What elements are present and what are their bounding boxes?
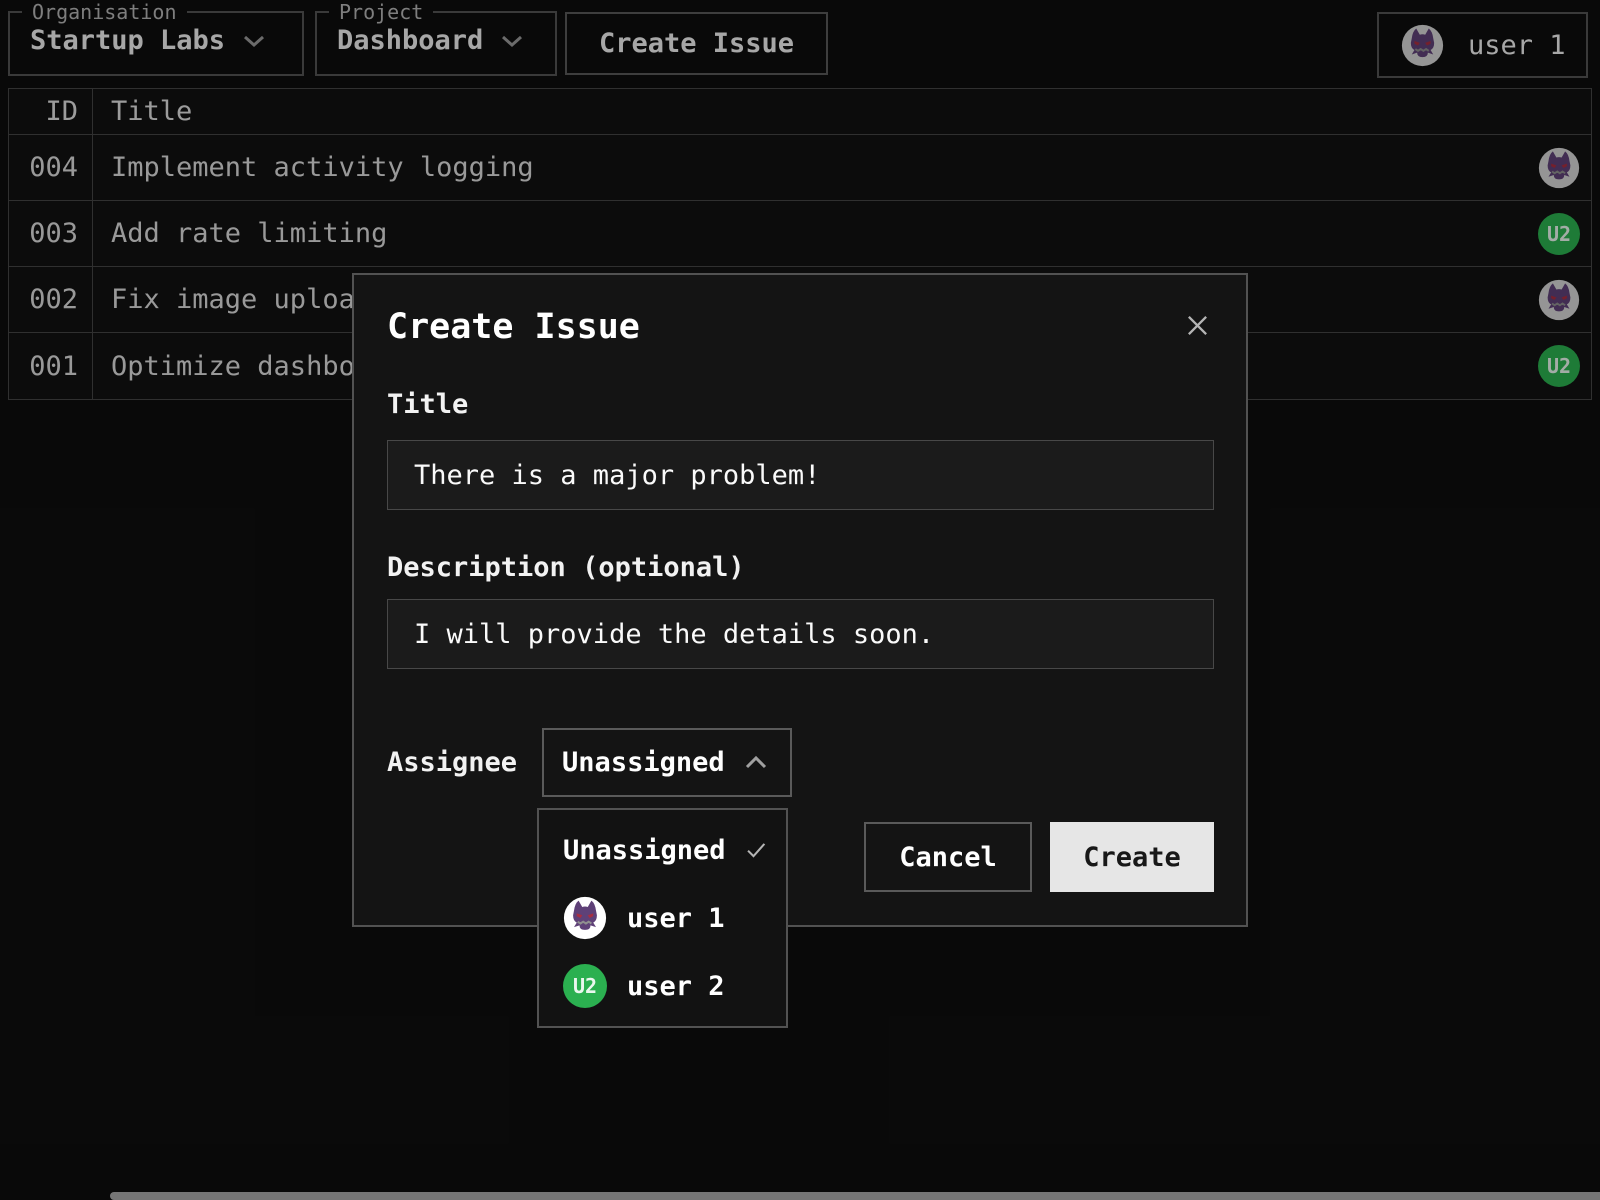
close-button[interactable] — [1181, 309, 1214, 342]
option-label: user 1 — [627, 903, 725, 934]
cancel-button[interactable]: Cancel — [864, 822, 1032, 892]
option-label: user 2 — [627, 971, 725, 1002]
title-input[interactable] — [387, 440, 1214, 510]
assignee-selected-value: Unassigned — [562, 747, 725, 778]
create-issue-modal: Create Issue Title Description (optional… — [352, 273, 1248, 927]
dropdown-option-unassigned[interactable]: Unassigned — [539, 816, 786, 884]
description-input[interactable] — [387, 599, 1214, 669]
option-label: Unassigned — [563, 835, 726, 866]
dropdown-option-user1[interactable]: user 1 — [539, 884, 786, 952]
check-icon — [746, 838, 766, 862]
chevron-up-icon — [744, 755, 768, 770]
user1-ghost-avatar-icon — [563, 896, 607, 940]
title-field-label: Title — [387, 391, 1214, 419]
create-button[interactable]: Create — [1050, 822, 1214, 892]
close-x-icon — [1185, 313, 1210, 338]
assignee-field-label: Assignee — [387, 749, 517, 777]
description-field-label: Description (optional) — [387, 554, 1214, 582]
assignee-select[interactable]: Unassigned — [542, 728, 792, 797]
user2-badge: U2 — [563, 964, 607, 1008]
assignee-dropdown-menu: Unassigned user 1 U2 user 2 — [537, 808, 788, 1028]
modal-title: Create Issue — [387, 307, 640, 347]
dropdown-option-user2[interactable]: U2 user 2 — [539, 952, 786, 1020]
